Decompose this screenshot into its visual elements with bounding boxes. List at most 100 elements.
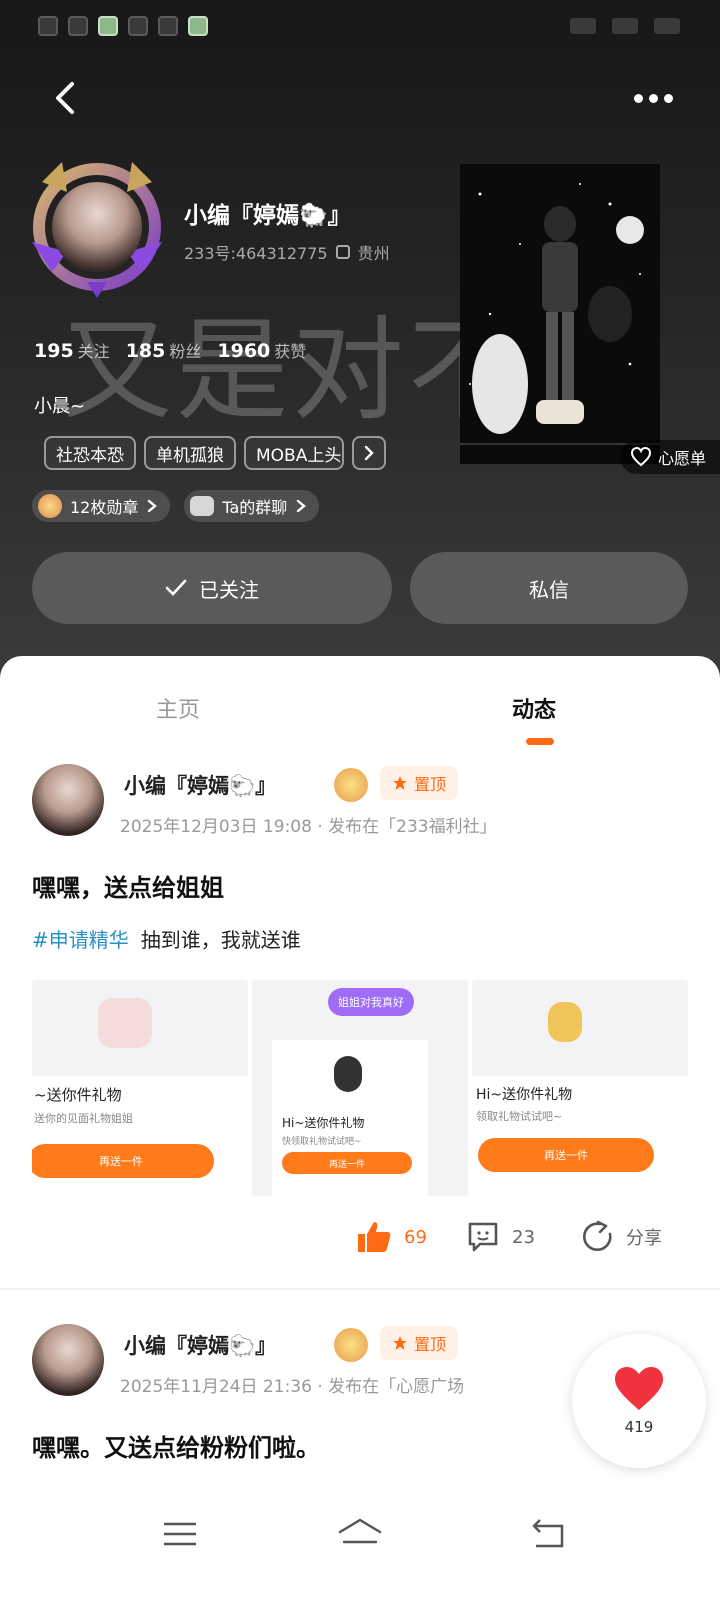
- home-button[interactable]: [336, 1514, 384, 1554]
- chevron-right-icon: [364, 445, 374, 461]
- like-count: 69: [404, 1226, 427, 1248]
- profile-uid-line: 233号:464312775 贵州: [184, 240, 390, 264]
- comment-button[interactable]: 23: [466, 1220, 535, 1254]
- medals-label: 12枚勋章: [70, 498, 139, 517]
- image-subtext: 快领取礼物试试吧~: [282, 1137, 362, 1147]
- follow-label: 已关注: [199, 577, 259, 602]
- post-hashtag[interactable]: #申请精华: [32, 928, 129, 952]
- gift-icon: [548, 1002, 582, 1042]
- medal-icon: [38, 494, 62, 518]
- avatar-photo: [52, 182, 142, 272]
- share-label: 分享: [626, 1228, 662, 1249]
- heart-icon: [615, 1367, 663, 1410]
- post-avatar[interactable]: [32, 764, 104, 836]
- wifi-icon: [612, 18, 638, 34]
- tag-chip[interactable]: 单机孤狼: [144, 436, 236, 470]
- notification-icon: [128, 16, 148, 36]
- post-images: ~送你件礼物 送你的见面礼物姐姐 再送一件 姐姐对我真好 Hi~送你件礼物 快领…: [32, 980, 688, 1196]
- post-avatar[interactable]: [32, 1324, 104, 1396]
- message-label: 私信: [529, 577, 569, 602]
- comment-count: 23: [512, 1226, 535, 1248]
- app-notification-icon: [98, 16, 118, 36]
- share-icon: [582, 1220, 612, 1252]
- notification-icon: [158, 16, 178, 36]
- check-icon: [165, 579, 187, 596]
- wishlist-button[interactable]: 心愿单: [620, 440, 720, 474]
- speech-bubble: 姐姐对我真好: [328, 988, 414, 1016]
- heart-outline-icon: [630, 447, 652, 467]
- follow-button[interactable]: 已关注: [32, 552, 392, 624]
- image-heading: ~送你件礼物: [34, 1086, 122, 1104]
- tab-feed[interactable]: 动态: [512, 692, 556, 724]
- battery-icon: [654, 18, 680, 34]
- group-chat-label: Ta的群聊: [222, 498, 288, 517]
- gift-icon: [98, 998, 152, 1048]
- share-button[interactable]: 分享: [580, 1220, 662, 1254]
- medals-button[interactable]: 12枚勋章: [32, 490, 171, 522]
- pinned-label: 置顶: [414, 775, 447, 794]
- profile-nickname: 小编『婷嫣🐑』: [184, 203, 351, 229]
- status-bar: [0, 0, 720, 60]
- medal-icon: [334, 1328, 368, 1362]
- wishlist-label: 心愿单: [658, 449, 707, 468]
- like-button[interactable]: 69: [356, 1220, 427, 1254]
- more-button[interactable]: [634, 88, 674, 108]
- profile-bio: 小晨~: [34, 396, 86, 417]
- image-cta: 再送一件: [32, 1144, 214, 1178]
- system-nav-bar: [0, 1488, 720, 1600]
- menu-button[interactable]: [160, 1514, 200, 1554]
- home-icon: [338, 1518, 382, 1544]
- status-left: [38, 16, 208, 36]
- profile-header: 小编『婷嫣🐑』 233号:464312775 贵州 195 关注 185 粉丝 19…: [0, 0, 720, 700]
- post-meta: 2025年12月03日 19:08 · 发布在「233福利社」: [120, 817, 497, 837]
- status-right: [570, 18, 680, 34]
- pinned-badge: 置顶: [380, 1326, 459, 1360]
- pinned-badge: 置顶: [380, 766, 459, 800]
- tag-chip[interactable]: 社恐本恐: [44, 436, 136, 470]
- tags-more-button[interactable]: [352, 436, 386, 470]
- chevron-right-icon: [297, 499, 307, 513]
- chevron-right-icon: [148, 499, 158, 513]
- post-image[interactable]: Hi~送你件礼物 领取礼物试试吧~ 再送一件: [472, 980, 688, 1196]
- medal-icon: [334, 768, 368, 802]
- tab-indicator: [526, 738, 554, 745]
- message-button[interactable]: 私信: [410, 552, 688, 624]
- character-illustration: [460, 164, 660, 464]
- app-notification-icon: [188, 16, 208, 36]
- post-image[interactable]: 姐姐对我真好 Hi~送你件礼物 快领取礼物试试吧~ 再送一件: [252, 980, 468, 1196]
- handwritten-watermark: 又是对不: [60, 306, 524, 436]
- post-author[interactable]: 小编『婷嫣🐑』: [124, 1330, 276, 1360]
- group-chat-button[interactable]: Ta的群聊: [184, 490, 320, 522]
- tag-chip[interactable]: MOBA上头: [244, 436, 344, 470]
- post-card[interactable]: 小编『婷嫣🐑』 置顶 2025年12月03日 19:08 · 发布在「233福利…: [0, 760, 720, 1290]
- back-button[interactable]: [48, 80, 84, 116]
- tab-home[interactable]: 主页: [156, 692, 200, 724]
- pin-icon: [393, 1336, 407, 1350]
- profile-pills: 12枚勋章 Ta的群聊: [32, 490, 320, 522]
- post-author[interactable]: 小编『婷嫣🐑』: [124, 770, 276, 800]
- avatar-character-image[interactable]: [460, 164, 660, 464]
- more-icon: [664, 93, 673, 103]
- post-divider: [0, 1288, 720, 1290]
- copy-icon[interactable]: [335, 245, 350, 259]
- image-subtext: 送你的见面礼物姐姐: [34, 1112, 133, 1125]
- floating-like-count: 419: [624, 1418, 654, 1436]
- thumbs-up-icon: [358, 1222, 391, 1252]
- post-image[interactable]: ~送你件礼物 送你的见面礼物姐姐 再送一件: [32, 980, 248, 1196]
- signal-icon: [570, 18, 596, 34]
- image-cta: 再送一件: [282, 1152, 412, 1174]
- image-heading: Hi~送你件礼物: [282, 1116, 365, 1130]
- return-icon: [532, 1519, 564, 1548]
- floating-like-button[interactable]: 419: [572, 1334, 706, 1468]
- post-title: 嘿嘿，送点给姐姐: [32, 874, 224, 902]
- profile-uid: 233号:464312775: [184, 244, 328, 263]
- pinned-label: 置顶: [414, 1335, 447, 1354]
- back-icon: [56, 82, 74, 114]
- more-icon: [649, 93, 658, 103]
- menu-icon: [164, 1522, 196, 1546]
- comment-icon: [468, 1222, 498, 1252]
- image-heading: Hi~送你件礼物: [476, 1087, 573, 1103]
- post-body: #申请精华 抽到谁，我就送谁: [32, 924, 301, 953]
- post-meta: 2025年11月24日 21:36 · 发布在「心愿广场: [120, 1377, 465, 1397]
- back-nav-button[interactable]: [528, 1514, 568, 1554]
